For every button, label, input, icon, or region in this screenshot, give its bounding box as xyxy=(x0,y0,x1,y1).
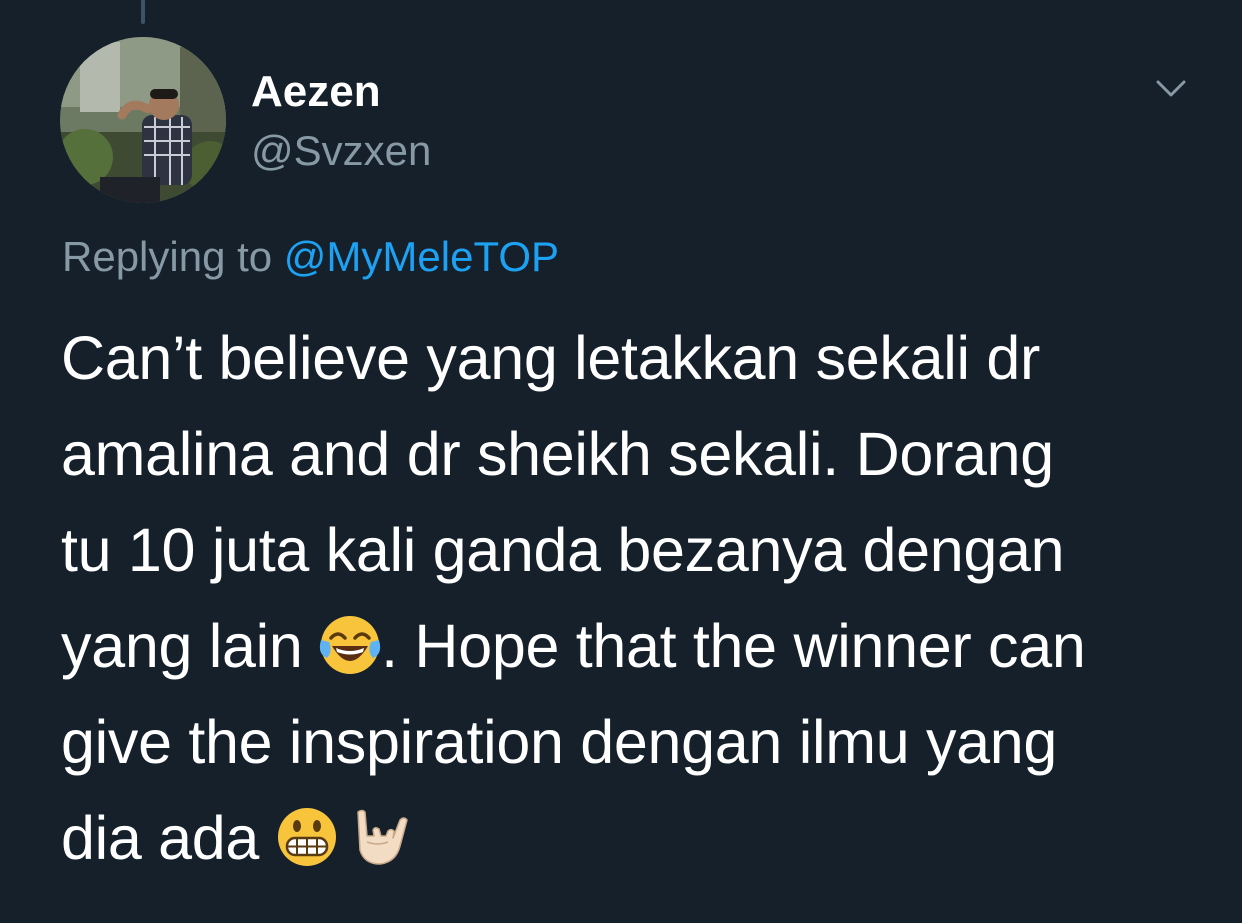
tweet-line: Can’t believe yang letakkan sekali dr xyxy=(61,324,1041,392)
author-display-name[interactable]: Aezen xyxy=(251,64,381,120)
author-handle[interactable]: @Svzxen xyxy=(251,124,431,178)
avatar-photo xyxy=(60,37,226,203)
tweet-text-segment: dia ada xyxy=(61,804,276,872)
grimacing-face-icon xyxy=(276,806,338,868)
reply-mention-link[interactable]: @MyMeleTOP xyxy=(284,233,559,280)
thread-connector-line xyxy=(141,0,145,24)
avatar[interactable] xyxy=(60,37,226,203)
tweet-line: dia ada xyxy=(61,790,1231,886)
tweet-text-segment: yang lain xyxy=(61,612,320,680)
tweet-line: yang lain . Hope that the winner can xyxy=(61,598,1231,694)
face-with-tears-of-joy-icon xyxy=(319,614,381,676)
tweet-line: give the inspiration dengan ilmu yang xyxy=(61,708,1058,776)
replying-to-line: Replying to @MyMeleTOP xyxy=(62,226,559,288)
replying-to-label: Replying to xyxy=(62,233,273,280)
tweet-text-segment: . Hope that the winner can xyxy=(381,612,1086,680)
tweet-line: tu 10 juta kali ganda bezanya dengan xyxy=(61,516,1065,584)
sign-of-the-horns-icon xyxy=(348,806,410,868)
chevron-down-icon[interactable] xyxy=(1148,72,1194,108)
tweet-line: amalina and dr sheikh sekali. Dorang xyxy=(61,420,1054,488)
tweet-text: Can’t believe yang letakkan sekali dr am… xyxy=(61,310,1231,886)
